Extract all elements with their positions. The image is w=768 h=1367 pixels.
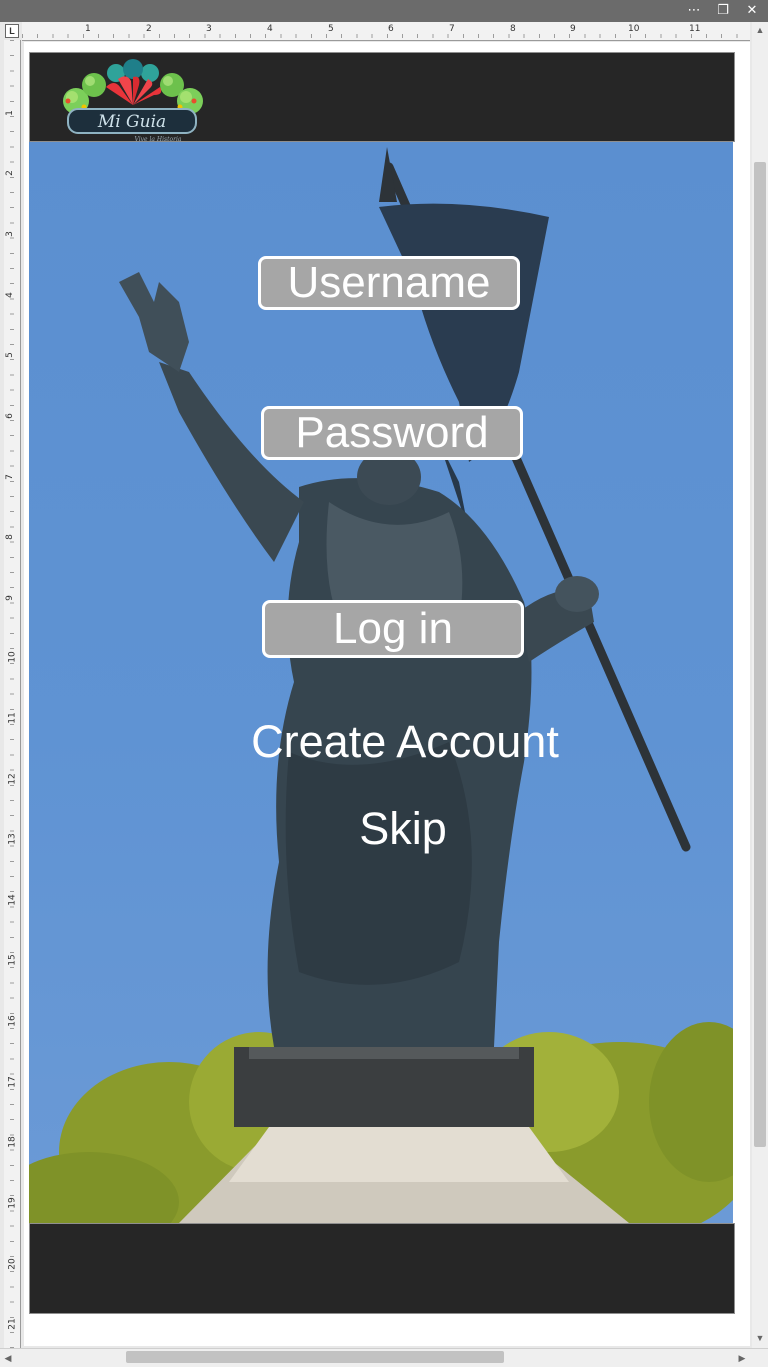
scroll-up-icon[interactable]: ▲ [752, 22, 768, 38]
ruler-number: 13 [7, 833, 18, 845]
ruler-number: 5 [328, 24, 334, 34]
ruler-number: 3 [206, 24, 212, 34]
ruler-number: 4 [4, 292, 15, 298]
ruler-number: 7 [449, 24, 455, 34]
ruler-number: 21 [7, 1318, 18, 1330]
scroll-down-icon[interactable]: ▼ [752, 1330, 768, 1346]
window-title-bar: ⋯ ❐ ✕ [0, 0, 768, 22]
vertical-scrollbar[interactable]: ▲ ▼ [752, 22, 768, 1348]
ruler-number: 9 [570, 24, 576, 34]
ruler-number: 1 [85, 24, 91, 34]
app-header-bar: Mi Guia Vive la Historia [29, 52, 735, 143]
ruler-number: 10 [7, 651, 18, 663]
horizontal-scrollbar[interactable]: ◀ ▶ [0, 1348, 768, 1367]
ruler-number: 16 [7, 1015, 18, 1027]
ruler-number: 10 [628, 24, 640, 34]
ruler-number: 11 [689, 24, 701, 34]
close-icon[interactable]: ✕ [738, 0, 766, 22]
ruler-number: 18 [7, 1136, 18, 1148]
logo-title: Mi Guia [97, 112, 166, 132]
username-input[interactable]: Username [258, 256, 520, 310]
scroll-right-icon[interactable]: ▶ [734, 1349, 750, 1367]
horizontal-ruler[interactable]: 1 2 3 4 5 6 7 8 9 10 11 [22, 22, 750, 41]
app-logo: Mi Guia Vive la Historia [63, 59, 203, 143]
app-footer-bar [29, 1223, 735, 1314]
ruler-number: 20 [7, 1258, 18, 1270]
ruler-number: 17 [7, 1076, 18, 1088]
ruler-number: 6 [4, 413, 15, 419]
create-account-link[interactable]: Create Account [205, 716, 605, 768]
ruler-number: 14 [7, 894, 18, 906]
vertical-scroll-thumb[interactable] [754, 162, 766, 1147]
app-mockup: Mi Guia Vive la Historia Username Passwo… [29, 52, 735, 1314]
ruler-number: 2 [146, 24, 152, 34]
horizontal-scroll-thumb[interactable] [126, 1351, 504, 1363]
ruler-number: 6 [388, 24, 394, 34]
ruler-number: 8 [510, 24, 516, 34]
tab-selector-button[interactable]: L [5, 24, 19, 38]
restore-window-icon[interactable]: ❐ [709, 0, 737, 22]
login-button[interactable]: Log in [262, 600, 524, 658]
ruler-number: 4 [267, 24, 273, 34]
background-photo: Username Password Log in Create Account … [29, 142, 733, 1223]
more-options-icon[interactable]: ⋯ [680, 0, 708, 22]
ruler-number: 1 [4, 110, 15, 116]
ruler-number: 2 [4, 170, 15, 176]
scroll-left-icon[interactable]: ◀ [0, 1349, 16, 1367]
password-input[interactable]: Password [261, 406, 523, 460]
skip-link[interactable]: Skip [303, 803, 503, 855]
ruler-number: 12 [7, 773, 18, 785]
ruler-number: 7 [4, 474, 15, 480]
ruler-number: 8 [4, 534, 15, 540]
vertical-ruler[interactable]: 1 2 3 4 5 6 7 8 9 10 11 12 13 14 15 16 1… [4, 40, 21, 1350]
ruler-number: 11 [7, 712, 18, 724]
ruler-number: 9 [4, 595, 15, 601]
ruler-number: 15 [7, 954, 18, 966]
ruler-number: 19 [7, 1197, 18, 1209]
ruler-number: 3 [4, 231, 15, 237]
ruler-number: 5 [4, 352, 15, 358]
